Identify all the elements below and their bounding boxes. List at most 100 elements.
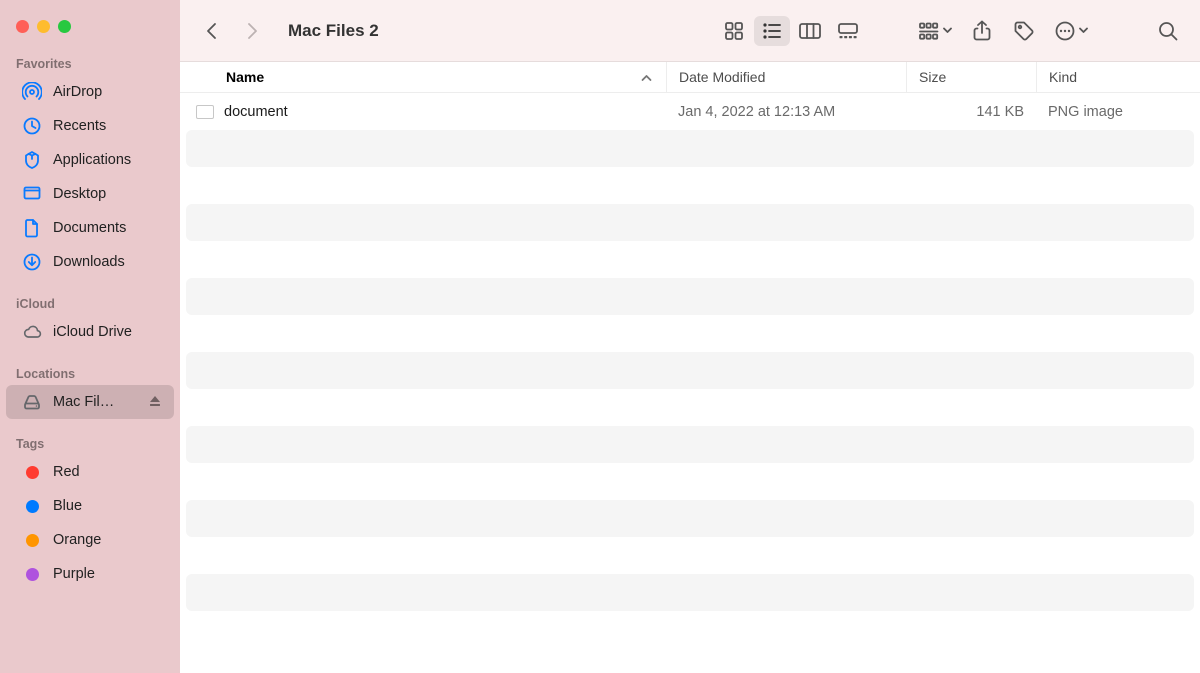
chevron-left-icon: [205, 22, 219, 40]
sort-asc-icon: [641, 69, 652, 85]
tag-dot-icon: [22, 496, 42, 516]
empty-row: [180, 167, 1200, 204]
empty-row: [186, 426, 1194, 463]
columns-header: Name Date Modified Size Kind: [180, 62, 1200, 93]
empty-row: [180, 537, 1200, 574]
share-icon: [972, 20, 992, 42]
sidebar-section-header[interactable]: Tags: [0, 431, 180, 455]
sidebar-item[interactable]: Blue: [6, 489, 174, 523]
desktop-icon: [22, 184, 42, 204]
gallery-view-button[interactable]: [830, 16, 866, 46]
sidebar-item[interactable]: Red: [6, 455, 174, 489]
column-view-button[interactable]: [792, 16, 828, 46]
tag-dot-icon: [22, 462, 42, 482]
group-icon: [918, 21, 940, 41]
more-circle-icon: [1054, 20, 1076, 42]
gallery-icon: [836, 21, 860, 41]
window-controls: [0, 10, 180, 51]
empty-row: [186, 352, 1194, 389]
action-menu-button[interactable]: [1048, 16, 1094, 46]
empty-row: [186, 500, 1194, 537]
tag-dot-icon: [22, 530, 42, 550]
chevron-down-icon: [1079, 27, 1088, 34]
sidebar-item[interactable]: Downloads: [6, 245, 174, 279]
sidebar-item[interactable]: Orange: [6, 523, 174, 557]
empty-row: [186, 130, 1194, 167]
column-size-label: Size: [919, 69, 946, 85]
back-button[interactable]: [194, 16, 230, 46]
file-row[interactable]: document Jan 4, 2022 at 12:13 AM 141 KB …: [180, 93, 1200, 130]
sidebar-item-label: Orange: [53, 532, 164, 548]
minimize-window-button[interactable]: [37, 20, 50, 33]
sidebar-item-label: Recents: [53, 118, 164, 134]
sidebar-item[interactable]: Mac Fil…: [6, 385, 174, 419]
clock-icon: [22, 116, 42, 136]
sidebar-item[interactable]: Applications: [6, 143, 174, 177]
zoom-window-button[interactable]: [58, 20, 71, 33]
search-button[interactable]: [1150, 16, 1186, 46]
icon-view-button[interactable]: [716, 16, 752, 46]
main-pane: Mac Files 2: [180, 0, 1200, 673]
file-size: 141 KB: [906, 104, 1036, 120]
sidebar-section-header[interactable]: iCloud: [0, 291, 180, 315]
list-view-button[interactable]: [754, 16, 790, 46]
file-name: document: [224, 104, 288, 120]
sidebar-item-label: Purple: [53, 566, 164, 582]
column-header-kind[interactable]: Kind: [1036, 62, 1200, 92]
column-header-name[interactable]: Name: [180, 62, 666, 92]
empty-row: [186, 278, 1194, 315]
list-icon: [761, 20, 783, 42]
sidebar-section-header[interactable]: Locations: [0, 361, 180, 385]
empty-row: [186, 574, 1194, 611]
sidebar-item-label: Desktop: [53, 186, 164, 202]
empty-row: [180, 463, 1200, 500]
sidebar-item[interactable]: Recents: [6, 109, 174, 143]
disk-icon: [22, 392, 42, 412]
tag-icon: [1013, 20, 1035, 42]
file-list[interactable]: document Jan 4, 2022 at 12:13 AM 141 KB …: [180, 93, 1200, 673]
chevron-down-icon: [943, 27, 952, 34]
empty-row: [180, 389, 1200, 426]
sidebar-item[interactable]: Desktop: [6, 177, 174, 211]
column-kind-label: Kind: [1049, 69, 1077, 85]
column-header-date[interactable]: Date Modified: [666, 62, 906, 92]
sidebar-item[interactable]: Purple: [6, 557, 174, 591]
empty-row: [180, 241, 1200, 278]
downloads-icon: [22, 252, 42, 272]
file-thumbnail-icon: [196, 105, 214, 119]
close-window-button[interactable]: [16, 20, 29, 33]
toolbar-actions: [912, 16, 1094, 46]
sidebar-item[interactable]: iCloud Drive: [6, 315, 174, 349]
empty-row: [180, 611, 1200, 648]
cloud-icon: [22, 322, 42, 342]
toolbar: Mac Files 2: [180, 0, 1200, 62]
sidebar-item-label: Downloads: [53, 254, 164, 270]
sidebar-item[interactable]: Documents: [6, 211, 174, 245]
share-button[interactable]: [964, 16, 1000, 46]
sidebar-item[interactable]: AirDrop: [6, 75, 174, 109]
empty-row: [186, 204, 1194, 241]
search-icon: [1157, 20, 1179, 42]
doc-icon: [22, 218, 42, 238]
sidebar: FavoritesAirDrop Recents Applications Deskt…: [0, 0, 180, 673]
file-date: Jan 4, 2022 at 12:13 AM: [666, 104, 906, 120]
forward-button[interactable]: [234, 16, 270, 46]
file-kind: PNG image: [1036, 104, 1200, 120]
sidebar-item-label: Applications: [53, 152, 164, 168]
sidebar-item-label: Red: [53, 464, 164, 480]
chevron-right-icon: [245, 22, 259, 40]
columns-icon: [798, 21, 822, 41]
column-header-size[interactable]: Size: [906, 62, 1036, 92]
group-by-button[interactable]: [912, 16, 958, 46]
column-name-label: Name: [226, 69, 264, 85]
column-date-label: Date Modified: [679, 69, 765, 85]
grid-icon: [723, 20, 745, 42]
airdrop-icon: [22, 82, 42, 102]
apps-icon: [22, 150, 42, 170]
tags-button[interactable]: [1006, 16, 1042, 46]
sidebar-item-label: Documents: [53, 220, 164, 236]
eject-icon[interactable]: [148, 394, 164, 410]
window-title: Mac Files 2: [288, 21, 379, 41]
sidebar-section-header[interactable]: Favorites: [0, 51, 180, 75]
sidebar-item-label: Mac Fil…: [53, 394, 137, 410]
